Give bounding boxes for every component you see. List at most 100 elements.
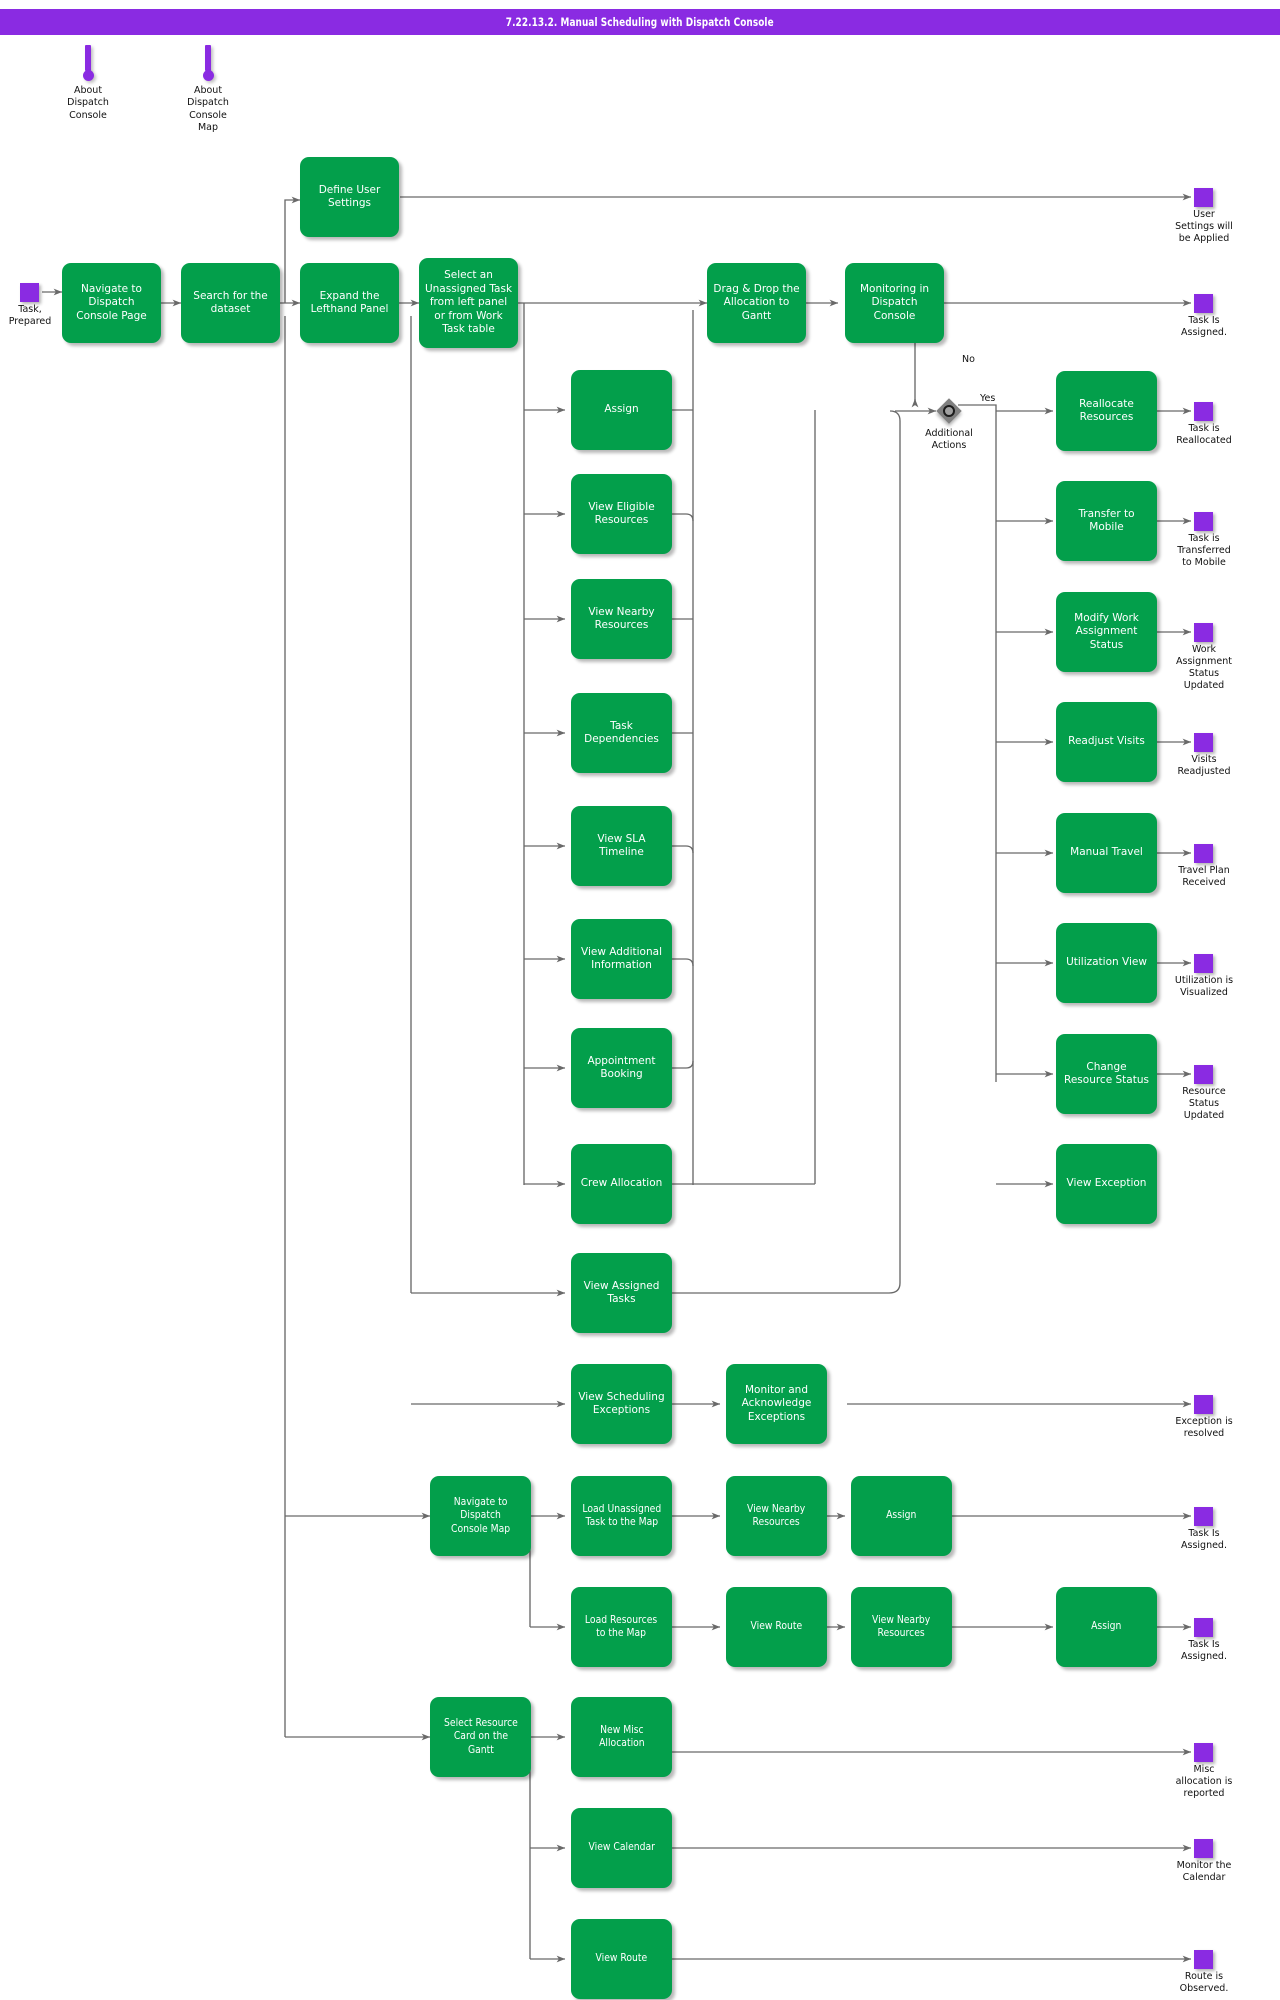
activity-map-view-nearby-resources-2[interactable]: View Nearby Resources xyxy=(851,1587,952,1667)
terminator-label: Task Is Assigned. xyxy=(1181,1528,1227,1551)
activity-label: View Scheduling Exceptions xyxy=(578,1390,665,1416)
terminator-end-task-is-transferred-to-mobile[interactable] xyxy=(1194,512,1213,531)
terminator-label: User Settings will be Applied xyxy=(1175,209,1233,244)
activity-new-misc-allocation[interactable]: New Misc Allocation xyxy=(571,1697,672,1777)
edge-label-yes: Yes xyxy=(980,393,996,404)
activity-select-resource-card-on-the-gantt[interactable]: Select Resource Card on the Gantt xyxy=(430,1697,531,1777)
activity-label: Assign xyxy=(886,1509,917,1522)
activity-map-view-nearby-resources-1[interactable]: View Nearby Resources xyxy=(726,1476,827,1556)
activity-map-assign-2[interactable]: Assign xyxy=(1056,1587,1157,1667)
activity-label: Select Resource Card on the Gantt xyxy=(443,1716,518,1756)
activity-label: View Nearby Resources xyxy=(872,1613,931,1639)
activity-label: Assign xyxy=(1091,1620,1122,1633)
note-label: About Dispatch Console xyxy=(67,85,109,121)
activity-view-calendar[interactable]: View Calendar xyxy=(571,1808,672,1888)
activity-label: Assign xyxy=(604,403,639,416)
activity-diagram-canvas: 7.22.13.2. Manual Scheduling with Dispat… xyxy=(0,0,1280,2000)
terminator-end-exception-is-resolved[interactable] xyxy=(1194,1395,1213,1414)
terminator-label: Task Is Assigned. xyxy=(1181,315,1227,338)
activity-label: Task Dependencies xyxy=(584,719,659,745)
activity-appointment-booking[interactable]: Appointment Booking xyxy=(571,1028,672,1108)
activity-task-dependencies[interactable]: Task Dependencies xyxy=(571,693,672,773)
activity-map-assign-1[interactable]: Assign xyxy=(851,1476,952,1556)
activity-drag-drop-the-allocation-to-gantt[interactable]: Drag & Drop the Allocation to Gantt xyxy=(707,263,806,343)
activity-label: Transfer to Mobile xyxy=(1078,507,1135,533)
terminator-end-misc-allocation-is-reported[interactable] xyxy=(1194,1743,1213,1762)
activity-define-user-settings[interactable]: Define User Settings xyxy=(300,157,399,237)
terminator-end-task-is-reallocated[interactable] xyxy=(1194,402,1213,421)
activity-label: View Additional Information xyxy=(581,945,662,971)
activity-load-resources-to-the-map[interactable]: Load Resources to the Map xyxy=(571,1587,672,1667)
start-node-task-prepared[interactable] xyxy=(20,283,39,302)
activity-label: View Nearby Resources xyxy=(588,605,655,631)
terminator-end-utilization-is-visualized[interactable] xyxy=(1194,954,1213,973)
terminator-label: Task Is Assigned. xyxy=(1181,1639,1227,1662)
activity-label: View SLA Timeline xyxy=(597,832,646,858)
terminator-end-work-assignment-status-updated[interactable] xyxy=(1194,623,1213,642)
activity-crew-allocation[interactable]: Crew Allocation xyxy=(571,1144,672,1224)
terminator-label: Monitor the Calendar xyxy=(1176,1860,1232,1883)
activity-label: Drag & Drop the Allocation to Gantt xyxy=(713,282,800,322)
decision-ring-icon xyxy=(943,405,955,417)
terminator-end-user-settings-will-be-applied[interactable] xyxy=(1194,188,1213,207)
activity-navigate-to-dispatch-console-map[interactable]: Navigate to Dispatch Console Map xyxy=(430,1476,531,1556)
activity-utilization-view[interactable]: Utilization View xyxy=(1056,923,1157,1003)
terminator-end-monitor-the-calendar[interactable] xyxy=(1194,1839,1213,1858)
terminator-end-task-is-assigned-map-1[interactable] xyxy=(1194,1507,1213,1526)
activity-label: View Nearby Resources xyxy=(747,1502,806,1528)
note-dot-icon xyxy=(82,70,94,81)
terminator-label: Work Assignment Status Updated xyxy=(1176,644,1232,691)
activity-label: View Exception xyxy=(1066,1177,1147,1190)
activity-view-scheduling-exceptions[interactable]: View Scheduling Exceptions xyxy=(571,1364,672,1444)
terminator-label: Visits Readjusted xyxy=(1177,754,1231,777)
activity-label: Select an Unassigned Task from left pane… xyxy=(424,269,513,336)
activity-manual-travel[interactable]: Manual Travel xyxy=(1056,813,1157,893)
activity-modify-work-assignment-status[interactable]: Modify Work Assignment Status xyxy=(1056,592,1157,672)
terminator-end-visits-readjusted[interactable] xyxy=(1194,733,1213,752)
activity-change-resource-status[interactable]: Change Resource Status xyxy=(1056,1034,1157,1114)
start-node-label: Task, Prepared xyxy=(8,304,52,327)
activity-view-nearby-resources[interactable]: View Nearby Resources xyxy=(571,579,672,659)
activity-view-exception[interactable]: View Exception xyxy=(1056,1144,1157,1224)
activity-select-an-unassigned-task[interactable]: Select an Unassigned Task from left pane… xyxy=(419,258,518,348)
activity-label: View Eligible Resources xyxy=(588,500,655,526)
terminator-label: Utilization is Visualized xyxy=(1174,975,1234,998)
activity-label: View Assigned Tasks xyxy=(583,1279,660,1305)
activity-navigate-to-dispatch-console-page[interactable]: Navigate to Dispatch Console Page xyxy=(62,263,161,343)
activity-label: Expand the Lefthand Panel xyxy=(310,289,389,315)
activity-view-additional-information[interactable]: View Additional Information xyxy=(571,919,672,999)
decision-label: Additional Actions xyxy=(925,428,973,452)
activity-view-sla-timeline[interactable]: View SLA Timeline xyxy=(571,806,672,886)
activity-label: Manual Travel xyxy=(1070,846,1143,859)
activity-expand-the-lefthand-panel[interactable]: Expand the Lefthand Panel xyxy=(300,263,399,343)
activity-view-eligible-resources[interactable]: View Eligible Resources xyxy=(571,474,672,554)
activity-readjust-visits[interactable]: Readjust Visits xyxy=(1056,702,1157,782)
activity-label: Reallocate Resources xyxy=(1079,397,1134,423)
terminator-end-task-is-assigned-map-2[interactable] xyxy=(1194,1618,1213,1637)
activity-label: View Calendar xyxy=(588,1841,655,1854)
terminator-end-task-is-assigned-main[interactable] xyxy=(1194,294,1213,313)
activity-gantt-view-route[interactable]: View Route xyxy=(571,1919,672,1999)
activity-label: View Route xyxy=(750,1620,803,1633)
activity-assign[interactable]: Assign xyxy=(571,370,672,450)
terminator-end-travel-plan-received[interactable] xyxy=(1194,844,1213,863)
activity-label: Crew Allocation xyxy=(580,1177,663,1190)
activity-search-for-the-dataset[interactable]: Search for the dataset xyxy=(181,263,280,343)
activity-view-assigned-tasks[interactable]: View Assigned Tasks xyxy=(571,1253,672,1333)
activity-label: Change Resource Status xyxy=(1064,1060,1149,1086)
note-dot-icon xyxy=(202,70,214,81)
terminator-end-route-is-observed[interactable] xyxy=(1194,1950,1213,1969)
activity-monitoring-in-dispatch-console[interactable]: Monitoring in Dispatch Console xyxy=(845,263,944,343)
page-title: 7.22.13.2. Manual Scheduling with Dispat… xyxy=(506,15,774,29)
terminator-end-resource-status-updated[interactable] xyxy=(1194,1065,1213,1084)
decision-additional-actions[interactable] xyxy=(936,398,962,424)
activity-reallocate-resources[interactable]: Reallocate Resources xyxy=(1056,371,1157,451)
activity-monitor-and-acknowledge-exceptions[interactable]: Monitor and Acknowledge Exceptions xyxy=(726,1364,827,1444)
activity-transfer-to-mobile[interactable]: Transfer to Mobile xyxy=(1056,481,1157,561)
terminator-label: Exception is resolved xyxy=(1175,1416,1233,1439)
activity-map-view-route[interactable]: View Route xyxy=(726,1587,827,1667)
terminator-label: Travel Plan Received xyxy=(1178,865,1230,888)
activity-load-unassigned-task-to-the-map[interactable]: Load Unassigned Task to the Map xyxy=(571,1476,672,1556)
activity-label: Monitor and Acknowledge Exceptions xyxy=(741,1383,812,1423)
activity-label: Load Unassigned Task to the Map xyxy=(582,1502,661,1528)
